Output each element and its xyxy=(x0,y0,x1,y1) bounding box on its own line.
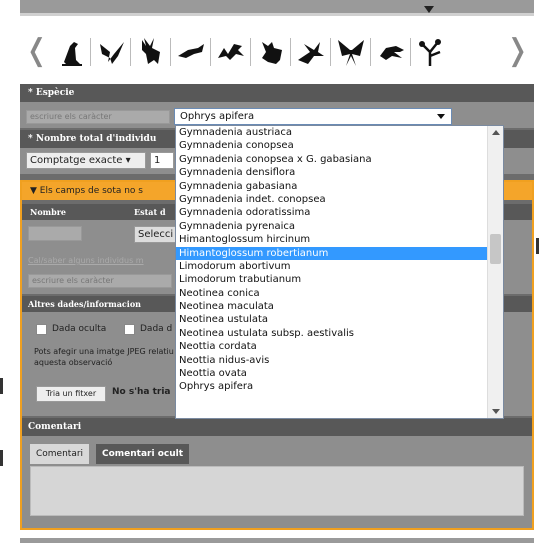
dropdown-option[interactable]: Neotinea ustulata xyxy=(176,313,487,326)
dada-oculta-checkbox[interactable] xyxy=(36,324,47,335)
bird-icon[interactable] xyxy=(56,34,86,70)
frog-icon[interactable] xyxy=(256,34,286,70)
dropdown-option[interactable]: Neotinea ustulata subsp. aestivalis xyxy=(176,327,487,340)
caret-down-icon[interactable] xyxy=(424,6,434,13)
taxon-group-carousel: ❬ ❭ xyxy=(20,26,534,80)
separator xyxy=(370,38,371,66)
dropdown-option[interactable]: Gymnadenia odoratissima xyxy=(176,206,487,219)
comentari-textarea[interactable] xyxy=(30,466,524,516)
top-bar xyxy=(20,0,534,16)
count-type-value: Comptatge exacte ▾ xyxy=(30,155,131,166)
dropdown-option[interactable]: Gymnadenia austriaca xyxy=(176,126,487,139)
fish-icon[interactable] xyxy=(176,34,206,70)
dropdown-arrow-icon xyxy=(437,114,445,119)
tab-comentari-ocult[interactable]: Comentari ocult xyxy=(96,444,190,464)
bat-icon[interactable] xyxy=(96,34,126,70)
dropdown-option[interactable]: Gymnadenia conopsea x G. gabasiana xyxy=(176,153,487,166)
separator xyxy=(210,38,211,66)
col-nombre: Nombre xyxy=(30,207,67,217)
dropdown-option[interactable]: Neottia ovata xyxy=(176,367,487,380)
dropdown-option[interactable]: Neotinea conica xyxy=(176,287,487,300)
scroll-down-icon[interactable] xyxy=(492,409,500,414)
dropdown-option[interactable]: Gymnadenia conopsea xyxy=(176,139,487,152)
dropdown-option[interactable]: Gymnadenia gabasiana xyxy=(176,180,487,193)
deer-icon[interactable] xyxy=(136,34,166,70)
dada-checkbox[interactable] xyxy=(124,324,135,335)
dropdown-options: Gymnadenia austriaca Gymnadenia conopsea G… xyxy=(176,126,487,418)
butterfly-icon[interactable] xyxy=(336,34,366,70)
image-note: Pots afegir una imatge JPEG relatiu a aq… xyxy=(34,347,182,367)
separator xyxy=(410,38,411,66)
separator xyxy=(330,38,331,66)
dropdown-scrollbar[interactable] xyxy=(487,126,503,418)
separator xyxy=(90,38,91,66)
comentari-header: Comentari xyxy=(22,418,532,436)
scroll-up-icon[interactable] xyxy=(492,130,500,135)
chevron-right-icon[interactable]: ❭ xyxy=(505,36,530,66)
add-individuals-link[interactable]: Cal/saber alguns individus m xyxy=(28,256,176,268)
dropdown-option[interactable]: Gymnadenia indet. conopsea xyxy=(176,193,487,206)
chevron-left-icon[interactable]: ❬ xyxy=(24,36,49,66)
separator xyxy=(290,38,291,66)
count-type-select[interactable]: Comptatge exacte ▾ xyxy=(26,152,146,169)
count-input[interactable]: 1 xyxy=(150,152,174,169)
beetle-icon[interactable] xyxy=(376,34,406,70)
dropdown-option[interactable]: Gymnadenia densiflora xyxy=(176,166,487,179)
especie-dropdown-list[interactable]: Gymnadenia austriaca Gymnadenia conopsea G… xyxy=(175,125,504,419)
nombre-input[interactable] xyxy=(28,226,82,241)
especie-filter-input[interactable]: escriure els caràcter xyxy=(26,110,170,124)
especie-header: * Espècie xyxy=(20,84,534,102)
dada-label: Dada d xyxy=(140,324,173,334)
dropdown-option[interactable]: Neotinea maculata xyxy=(176,300,487,313)
dropdown-option[interactable]: Neottia nidus-avis xyxy=(176,354,487,367)
especie-select-value: Ophrys apifera xyxy=(180,111,255,122)
tab-comentari[interactable]: Comentari xyxy=(30,444,90,464)
lizard-icon[interactable] xyxy=(216,34,246,70)
dropdown-option[interactable]: Ophrys apifera xyxy=(176,380,487,393)
especie-select[interactable]: Ophrys apifera xyxy=(174,108,452,125)
dada-oculta-label: Dada oculta xyxy=(52,324,107,334)
orchid-plant-icon[interactable] xyxy=(416,34,446,70)
separator xyxy=(170,38,171,66)
dropdown-option[interactable]: Himantoglossum hircinum xyxy=(176,233,487,246)
col-estat: Estat d xyxy=(134,207,166,217)
separator xyxy=(250,38,251,66)
file-status: No s'ha tria xyxy=(112,387,171,397)
choose-file-button[interactable]: Tria un fitxer xyxy=(36,386,106,402)
separator xyxy=(130,38,131,66)
dragonfly-icon[interactable] xyxy=(296,34,326,70)
side-marker xyxy=(0,378,3,394)
dropdown-option[interactable]: Gymnadenia pyrenaica xyxy=(176,220,487,233)
bottom-bar xyxy=(20,538,534,543)
dropdown-option[interactable]: Himantoglossum robertianum xyxy=(176,246,487,260)
individuals-filter-input[interactable]: escriure els caràcter xyxy=(28,274,172,288)
dropdown-option[interactable]: Limodorum abortivum xyxy=(176,260,487,273)
scroll-thumb[interactable] xyxy=(490,234,501,264)
dropdown-option[interactable]: Limodorum trabutianum xyxy=(176,273,487,286)
comentari-body: Comentari Comentari ocult xyxy=(22,436,532,528)
dropdown-option[interactable]: Neottia cordata xyxy=(176,340,487,353)
side-marker xyxy=(0,450,3,466)
